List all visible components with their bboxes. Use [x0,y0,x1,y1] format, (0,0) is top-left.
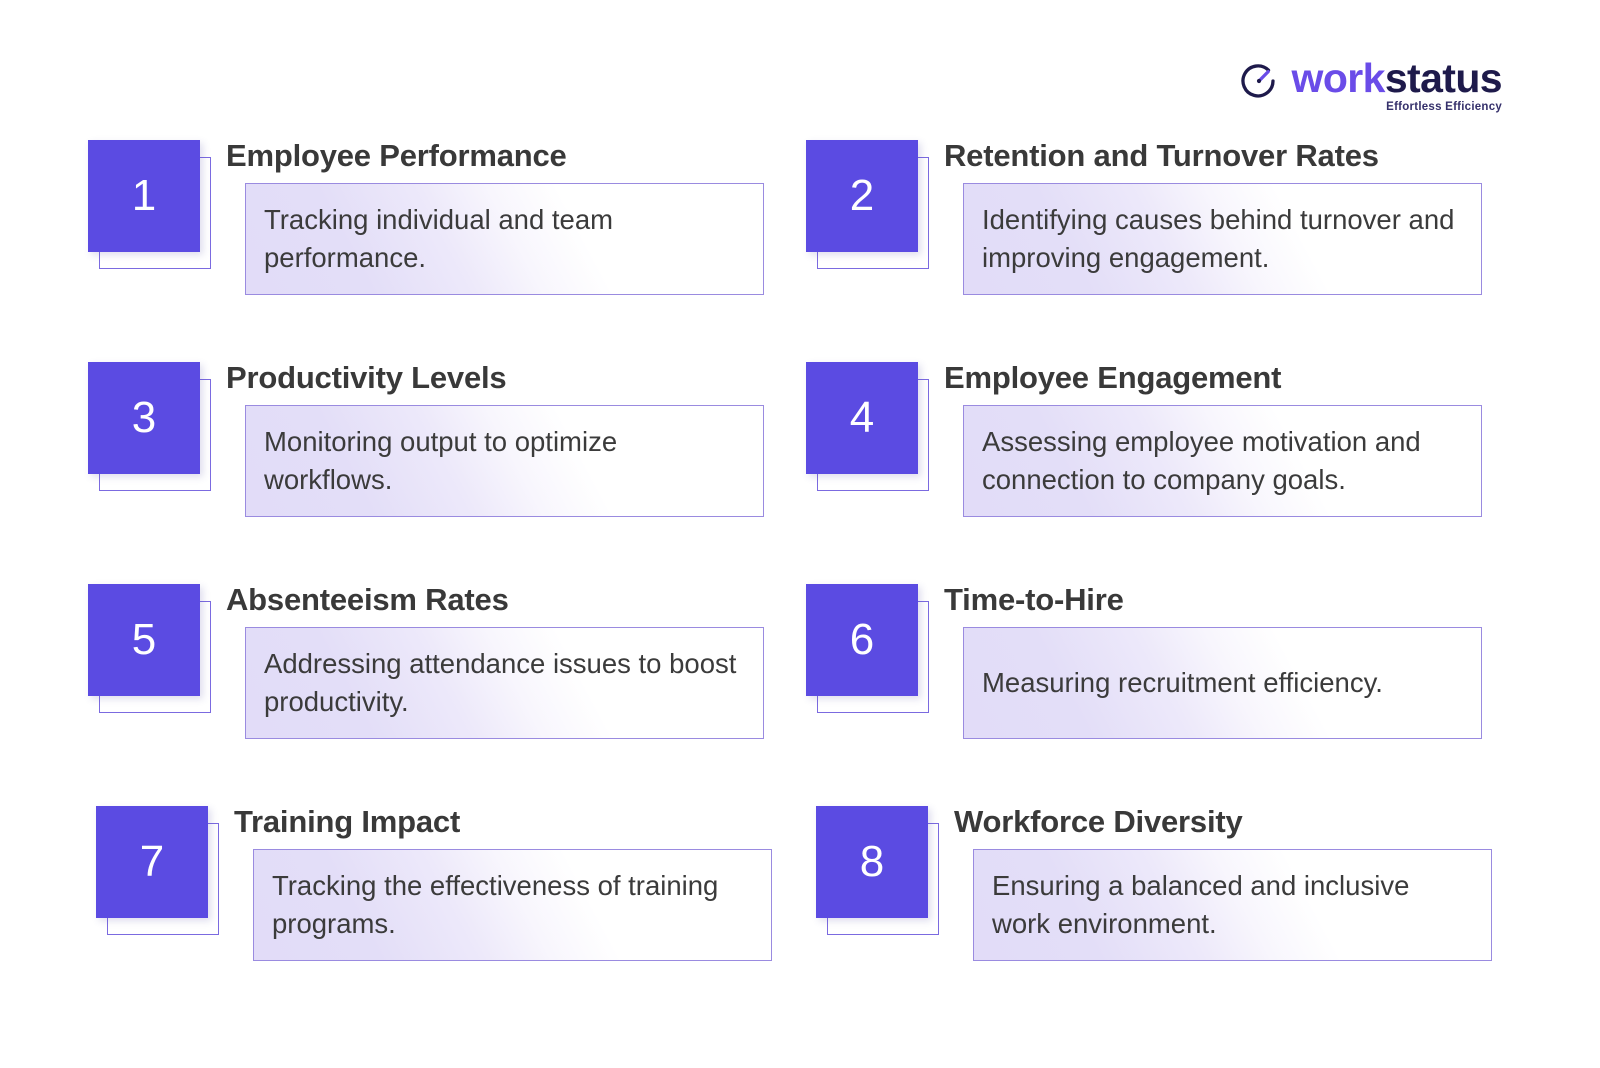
number-badge: 4 [806,362,930,494]
card-title: Training Impact [234,804,461,839]
card-description-box: Tracking individual and team performance… [245,182,764,295]
card-description: Identifying causes behind turnover and i… [982,204,1455,273]
number-label: 7 [139,837,165,886]
number-label: 5 [131,615,157,664]
card-content: Absenteeism Rates Addressing attendance … [225,582,764,739]
stopwatch-timer-icon [1239,61,1279,101]
card-title: Absenteeism Rates [226,582,509,617]
card-content: Workforce Diversity Ensuring a balanced … [953,804,1492,961]
number-square: 4 [806,362,918,474]
card-title: Workforce Diversity [954,804,1243,839]
number-badge: 7 [96,806,220,938]
grid-row: 3 Productivity Levels Monitoring output … [0,360,1600,584]
card-description-box: Identifying causes behind turnover and i… [963,182,1482,295]
number-square: 6 [806,584,918,696]
number-square: 2 [806,140,918,252]
number-square: 5 [88,584,200,696]
card-description-box: Measuring recruitment efficiency. [963,626,1482,739]
number-label: 2 [849,171,875,220]
card-description-box: Ensuring a balanced and inclusive work e… [973,848,1492,961]
card-description: Monitoring output to optimize workflows. [264,426,618,495]
number-square: 1 [88,140,200,252]
number-label: 3 [131,393,157,442]
card-title: Productivity Levels [226,360,507,395]
card-content: Training Impact Tracking the effectivene… [233,804,772,961]
card-description-box: Tracking the effectiveness of training p… [253,848,772,961]
grid-row: 5 Absenteeism Rates Addressing attendanc… [0,582,1600,806]
card-description: Tracking individual and team performance… [264,204,614,273]
card-title: Retention and Turnover Rates [944,138,1379,173]
metrics-grid: 1 Employee Performance Tracking individu… [0,138,1600,1028]
number-badge: 5 [88,584,212,716]
grid-row: 7 Training Impact Tracking the effective… [0,804,1600,1028]
number-label: 8 [859,837,885,886]
number-square: 8 [816,806,928,918]
logo-word-work: work [1291,55,1386,101]
card-description-box: Assessing employee motivation and connec… [963,404,1482,517]
number-badge: 3 [88,362,212,494]
number-label: 6 [849,615,875,664]
number-square: 7 [96,806,208,918]
card-title: Employee Performance [226,138,567,173]
number-label: 4 [849,393,875,442]
number-square: 3 [88,362,200,474]
card-title: Employee Engagement [944,360,1282,395]
grid-row: 1 Employee Performance Tracking individu… [0,138,1600,362]
number-label: 1 [131,171,157,220]
logo-tagline: Effortless Efficiency [1386,100,1502,113]
number-badge: 1 [88,140,212,272]
card-description: Addressing attendance issues to boost pr… [264,648,737,717]
number-badge: 6 [806,584,930,716]
card-content: Productivity Levels Monitoring output to… [225,360,764,517]
card-content: Time-to-Hire Measuring recruitment effic… [943,582,1482,739]
logo-word-status: status [1384,55,1503,101]
workstatus-logo: workstatus Effortless Efficiency [1239,55,1503,113]
card-description: Assessing employee motivation and connec… [982,426,1421,495]
card-title: Time-to-Hire [944,582,1124,617]
number-badge: 8 [816,806,940,938]
card-description: Measuring recruitment efficiency. [982,666,1383,698]
card-description: Ensuring a balanced and inclusive work e… [992,870,1410,939]
number-badge: 2 [806,140,930,272]
card-content: Employee Performance Tracking individual… [225,138,764,295]
card-content: Employee Engagement Assessing employee m… [943,360,1482,517]
card-content: Retention and Turnover Rates Identifying… [943,138,1482,295]
card-description: Tracking the effectiveness of training p… [272,870,719,939]
logo-wordmark: workstatus [1291,55,1503,101]
card-description-box: Addressing attendance issues to boost pr… [245,626,764,739]
card-description-box: Monitoring output to optimize workflows. [245,404,764,517]
